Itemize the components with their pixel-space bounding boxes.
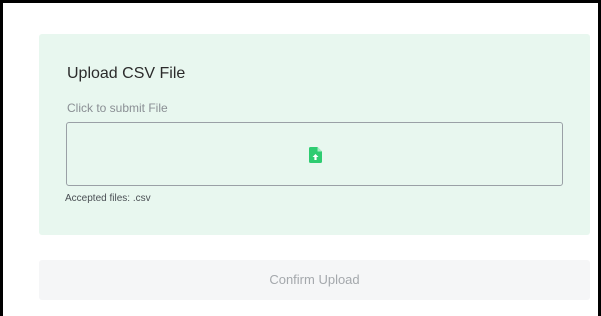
accepted-files-note: Accepted files: .csv [65, 193, 151, 204]
confirm-upload-button[interactable]: Confirm Upload [39, 260, 590, 300]
upload-title: Upload CSV File [67, 65, 186, 82]
file-dropzone[interactable] [66, 122, 563, 186]
upload-hint: Click to submit File [67, 101, 168, 115]
page-frame: Upload CSV File Click to submit File Acc… [0, 0, 601, 316]
file-upload-icon [309, 147, 322, 163]
upload-panel: Upload CSV File Click to submit File Acc… [39, 34, 590, 235]
